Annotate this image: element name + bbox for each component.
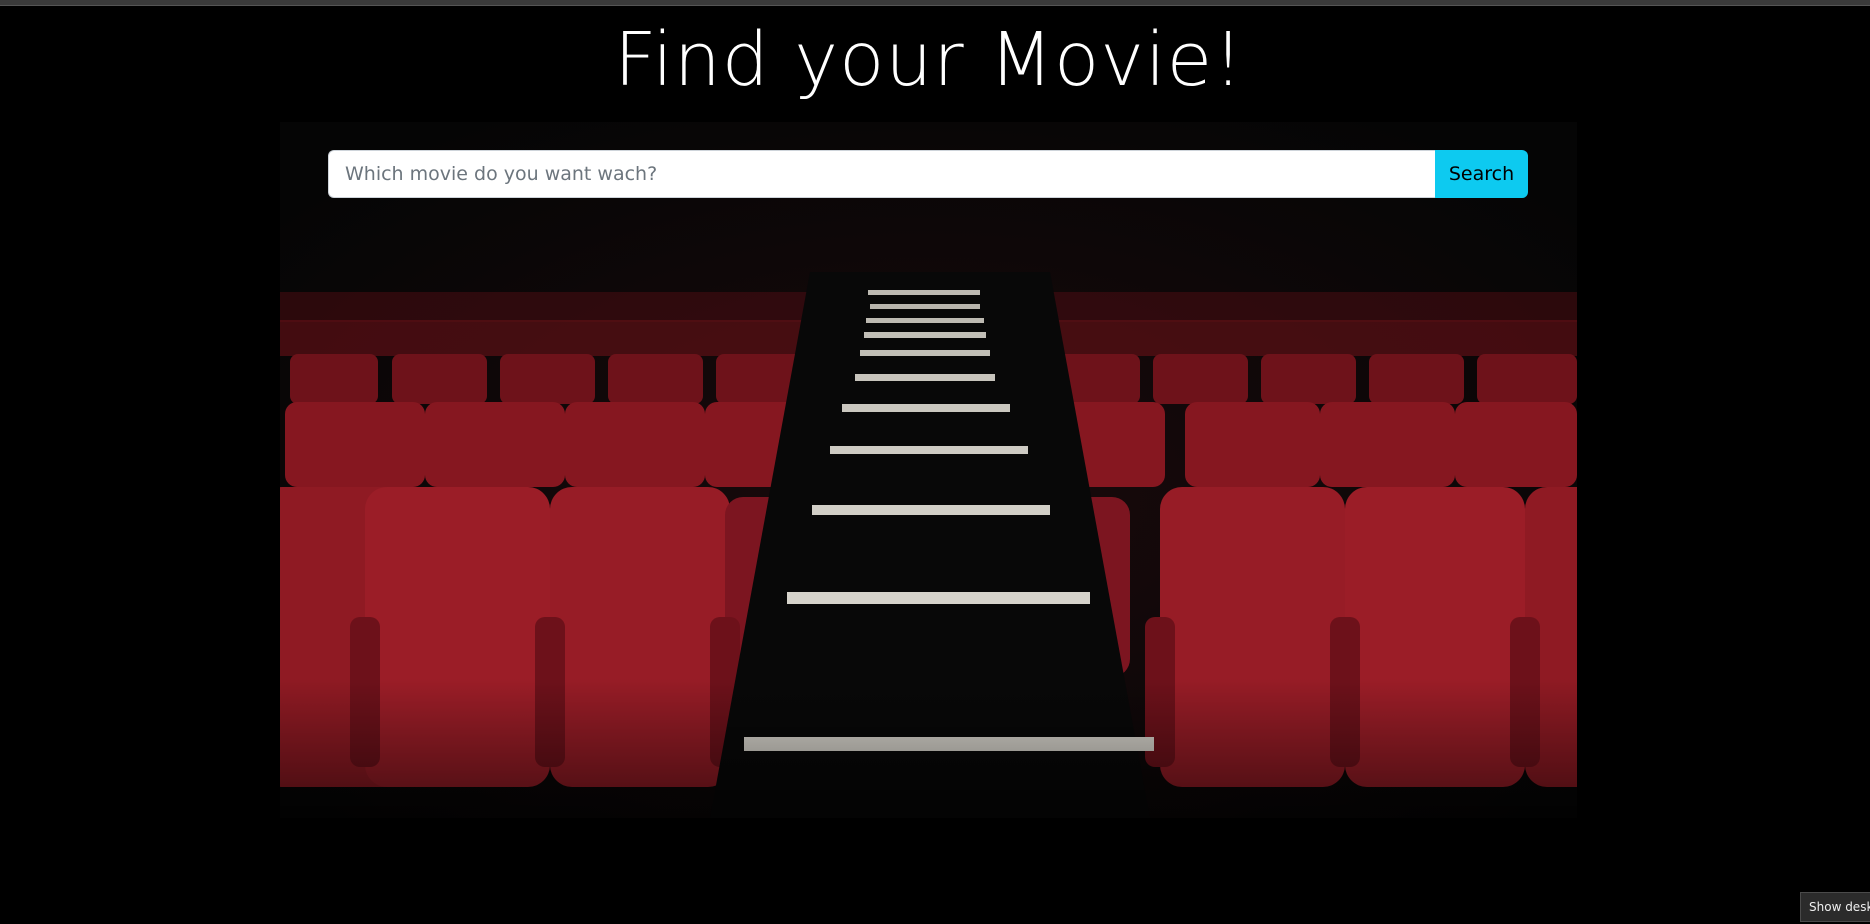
search-input[interactable] [328,150,1435,198]
window-top-strip [0,0,1870,6]
hero-cinema-image [280,122,1577,818]
show-desktop-tooltip[interactable]: Show deskt [1800,892,1870,922]
search-button[interactable]: Search [1435,150,1528,198]
page-title: Find your Movie! [614,17,1244,103]
cinema-seats-icon [280,122,1577,818]
search-bar: Search [328,150,1528,198]
